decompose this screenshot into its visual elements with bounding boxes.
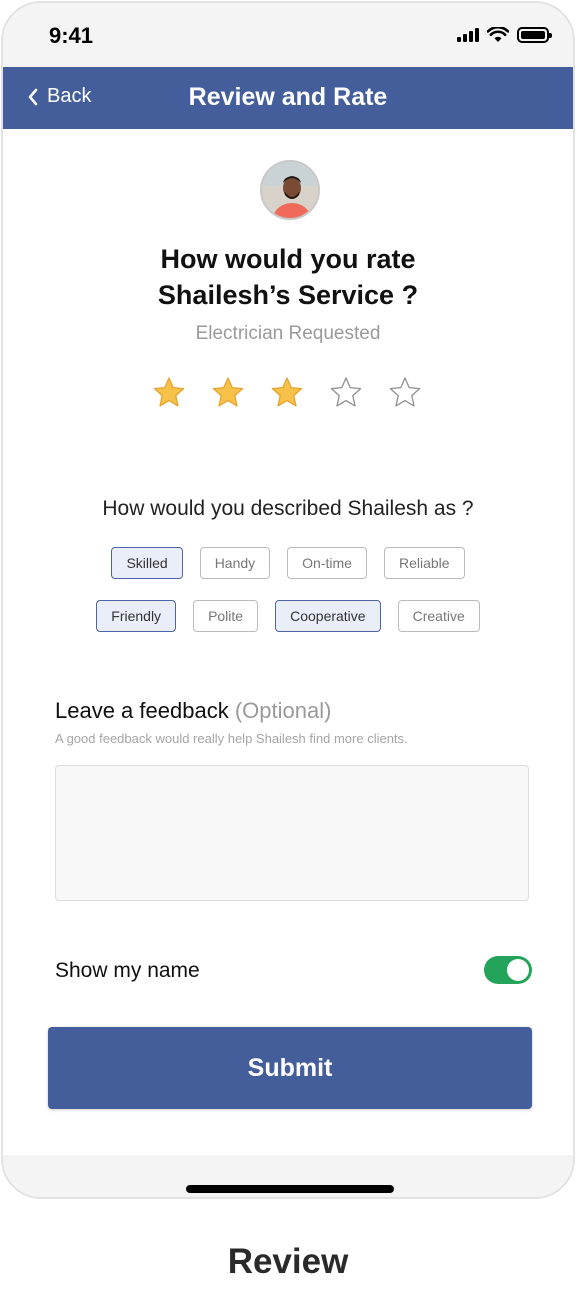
- chip-row-2: Friendly Polite Cooperative Creative: [3, 600, 573, 632]
- rating-question-line2: Shailesh’s Service ?: [157, 280, 419, 310]
- chip-creative[interactable]: Creative: [397, 600, 480, 632]
- feedback-title-text: Leave a feedback: [55, 698, 229, 723]
- rating-question-line1: How would you rate: [160, 244, 416, 274]
- rating-question: How would you rate Shailesh’s Service ?: [3, 241, 573, 313]
- person-photo-icon: [262, 162, 318, 218]
- feedback-optional: (Optional): [234, 698, 332, 723]
- submit-button[interactable]: Submit: [48, 1027, 532, 1109]
- phone-frame: 9:41 Back Review and Rate How would you …: [1, 1, 575, 1199]
- home-indicator: [186, 1185, 394, 1193]
- star-rating: [151, 375, 423, 411]
- star-empty-icon[interactable]: [387, 375, 423, 411]
- chip-reliable[interactable]: Reliable: [383, 547, 465, 579]
- page-title: Review and Rate: [188, 83, 388, 111]
- avatar: [260, 160, 320, 220]
- star-filled-icon[interactable]: [269, 375, 305, 411]
- chip-handy[interactable]: Handy: [199, 547, 271, 579]
- status-bar: 9:41: [3, 3, 573, 67]
- battery-icon: [517, 27, 552, 43]
- chip-skilled[interactable]: Skilled: [111, 547, 183, 579]
- screen-caption: Review: [227, 1242, 349, 1281]
- service-subtitle: Electrician Requested: [195, 323, 381, 344]
- chip-on-time[interactable]: On-time: [287, 547, 367, 579]
- feedback-title: Leave a feedback (Optional): [55, 698, 331, 724]
- show-name-toggle[interactable]: [484, 956, 532, 984]
- feedback-textarea[interactable]: [55, 765, 529, 901]
- toggle-knob: [507, 959, 529, 981]
- star-filled-icon[interactable]: [210, 375, 246, 411]
- chip-row-1: Skilled Handy On-time Reliable: [3, 547, 573, 579]
- chip-cooperative[interactable]: Cooperative: [275, 600, 381, 632]
- show-name-label: Show my name: [55, 959, 200, 982]
- star-empty-icon[interactable]: [328, 375, 364, 411]
- navbar: Back Review and Rate: [3, 67, 573, 129]
- status-time: 9:41: [49, 23, 94, 48]
- signal-icon: [457, 28, 479, 42]
- status-icons: [457, 27, 552, 43]
- wifi-icon: [487, 27, 509, 42]
- chip-friendly[interactable]: Friendly: [96, 600, 177, 632]
- star-filled-icon[interactable]: [151, 375, 187, 411]
- feedback-hint: A good feedback would really help Shaile…: [55, 731, 408, 746]
- chip-polite[interactable]: Polite: [193, 600, 259, 632]
- describe-question: How would you described Shailesh as ?: [102, 497, 474, 520]
